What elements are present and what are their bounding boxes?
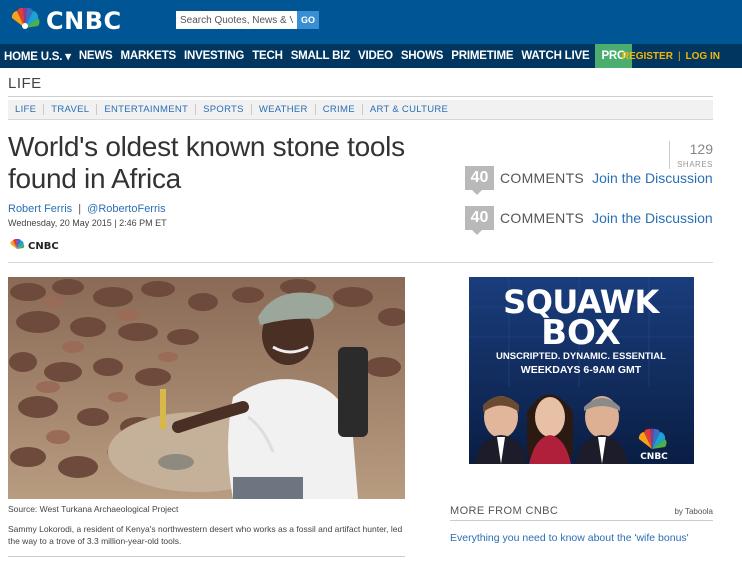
cnbc-logo[interactable]: CNBC xyxy=(8,6,122,35)
nav-item-small-biz[interactable]: SMALL BIZ xyxy=(287,44,354,68)
more-from-header: MORE FROM CNBC by Taboola xyxy=(450,503,713,521)
nav-item-primetime[interactable]: PRIMETIME xyxy=(447,44,517,68)
main-nav: HOME U.S. ▾ NEWS MARKETS INVESTING TECH … xyxy=(0,44,742,68)
subnav-item-sports[interactable]: SPORTS xyxy=(196,104,252,115)
article-headline: World's oldest known stone tools found i… xyxy=(8,131,405,194)
nav-item-home[interactable]: HOME U.S. ▾ xyxy=(0,44,75,68)
squawk-box-ad[interactable]: SQUAWK BOX UNSCRIPTED. DYNAMIC. ESSENTIA… xyxy=(469,277,694,464)
more-from-title: MORE FROM CNBC xyxy=(450,505,559,517)
comments-label: COMMENTS xyxy=(500,170,585,186)
ad-schedule: WEEKDAYS 6-9AM GMT xyxy=(521,364,642,376)
caption-divider xyxy=(8,556,405,557)
nav-item-shows[interactable]: SHOWS xyxy=(397,44,447,68)
login-link[interactable]: LOG IN xyxy=(686,51,720,62)
register-link[interactable]: REGISTER xyxy=(622,51,673,62)
nav-item-tech[interactable]: TECH xyxy=(248,44,287,68)
subnav-item-entertainment[interactable]: ENTERTAINMENT xyxy=(97,104,197,115)
search-bar: GO xyxy=(176,11,319,29)
join-discussion-link[interactable]: Join the Discussion xyxy=(592,210,713,226)
subnav-item-weather[interactable]: WEATHER xyxy=(252,104,316,115)
nav-item-watch-live[interactable]: WATCH LIVE xyxy=(517,44,593,68)
comment-count-badge[interactable]: 40 xyxy=(465,206,494,235)
taboola-credit[interactable]: by Taboola xyxy=(674,507,713,516)
site-header: CNBC GO xyxy=(0,0,742,44)
source-logo: CNBC xyxy=(8,237,59,255)
ad-title-line2: BOX xyxy=(541,313,621,353)
article-photo[interactable] xyxy=(8,277,405,499)
comments-label: COMMENTS xyxy=(500,210,585,226)
ad-tagline: UNSCRIPTED. DYNAMIC. ESSENTIAL xyxy=(496,351,666,362)
section-subnav: LIFE TRAVEL ENTERTAINMENT SPORTS WEATHER… xyxy=(8,100,713,120)
subnav-item-art-culture[interactable]: ART & CULTURE xyxy=(363,104,455,115)
section-title[interactable]: LIFE xyxy=(8,75,42,92)
account-separator: | xyxy=(677,50,681,62)
comments-row: 40 COMMENTS Join the Discussion xyxy=(465,206,713,235)
comments-row: 40 COMMENTS Join the Discussion xyxy=(465,166,713,195)
shares-count: 129 xyxy=(689,141,713,157)
byline: Robert Ferris | @RobertoFerris xyxy=(8,203,166,215)
peacock-icon xyxy=(8,237,26,255)
header-divider xyxy=(8,262,713,263)
nav-item-investing[interactable]: INVESTING xyxy=(180,44,248,68)
nav-item-news[interactable]: NEWS xyxy=(75,44,117,68)
author-link[interactable]: Robert Ferris xyxy=(8,203,72,215)
byline-separator: | xyxy=(78,203,82,215)
author-twitter-link[interactable]: @RobertoFerris xyxy=(87,203,165,215)
section-divider xyxy=(8,96,713,97)
comment-count-badge[interactable]: 40 xyxy=(465,166,494,195)
account-links: REGISTER | LOG IN xyxy=(622,44,720,68)
join-discussion-link[interactable]: Join the Discussion xyxy=(592,170,713,186)
nav-item-video[interactable]: VIDEO xyxy=(354,44,397,68)
nav-item-markets[interactable]: MARKETS xyxy=(117,44,180,68)
ad-brand: CNBC xyxy=(640,452,668,462)
subnav-item-crime[interactable]: CRIME xyxy=(316,104,363,115)
photo-caption: Sammy Lokorodi, a resident of Kenya's no… xyxy=(8,524,403,546)
recommended-article-link[interactable]: Everything you need to know about the 'w… xyxy=(450,531,713,545)
peacock-icon xyxy=(8,6,42,35)
photo-source: Source: West Turkana Archaeological Proj… xyxy=(8,504,179,514)
subnav-item-travel[interactable]: TRAVEL xyxy=(44,104,98,115)
search-go-button[interactable]: GO xyxy=(297,11,319,29)
brand-name: CNBC xyxy=(46,6,122,35)
publish-date: Wednesday, 20 May 2015 | 2:46 PM ET xyxy=(8,218,167,228)
share-counter[interactable]: 129 SHARES xyxy=(669,141,713,169)
source-brand: CNBC xyxy=(28,240,59,252)
search-input[interactable] xyxy=(176,11,297,29)
subnav-item-life[interactable]: LIFE xyxy=(8,104,45,115)
